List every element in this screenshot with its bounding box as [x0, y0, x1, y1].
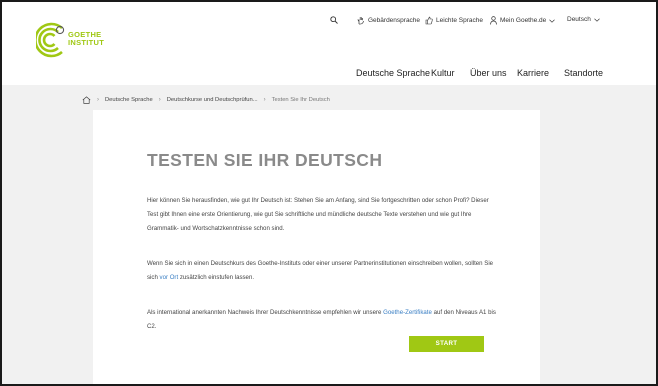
nav-kultur[interactable]: Kultur — [431, 68, 455, 78]
nav-karriere[interactable]: Karriere — [517, 68, 549, 78]
breadcrumb-item-deutschkurse[interactable]: Deutschkurse und Deutschprüfun... — [167, 97, 258, 103]
chevron-down-icon — [549, 19, 555, 23]
sign-language-link[interactable]: Gebärdensprache — [357, 16, 420, 25]
vor-ort-link[interactable]: vor Ort — [160, 274, 179, 281]
logo-arcs-icon — [36, 22, 66, 58]
home-icon[interactable] — [82, 96, 91, 104]
certificates-paragraph: Als international anerkannten Nachweis I… — [147, 306, 499, 334]
placement-text-end: zusätzlich einstufen lassen. — [178, 274, 254, 281]
logo-line2: INSTITUT — [68, 39, 104, 47]
sign-language-label: Gebärdensprache — [368, 17, 420, 24]
breadcrumb-item-current: Testen Sie Ihr Deutsch — [272, 97, 330, 103]
site-header: GOETHE INSTITUT Gebärdensprache Leichte … — [2, 2, 656, 85]
content-card: TESTEN SIE IHR DEUTSCH Hier können Sie h… — [93, 110, 540, 386]
page-title: TESTEN SIE IHR DEUTSCH — [147, 150, 382, 171]
search-button[interactable] — [330, 16, 338, 24]
breadcrumb-separator: › — [97, 97, 99, 103]
nav-standorte[interactable]: Standorte — [564, 68, 603, 78]
certificates-text-start: Als international anerkannten Nachweis I… — [147, 309, 383, 316]
hand-icon — [357, 16, 365, 25]
thumbs-up-icon — [425, 16, 433, 25]
intro-paragraph: Hier können Sie herausfinden, wie gut Ih… — [147, 194, 499, 236]
logo-text: GOETHE INSTITUT — [68, 31, 104, 47]
breadcrumb: › Deutsche Sprache › Deutschkurse und De… — [82, 94, 330, 106]
nav-ueber-uns[interactable]: Über uns — [470, 68, 507, 78]
chevron-down-icon — [594, 18, 600, 22]
breadcrumb-item-deutsche-sprache[interactable]: Deutsche Sprache — [105, 97, 153, 103]
user-icon — [490, 16, 497, 25]
breadcrumb-separator: › — [264, 97, 266, 103]
start-button[interactable]: START — [409, 336, 484, 352]
my-goethe-link[interactable]: Mein Goethe.de — [490, 16, 555, 25]
goethe-zertifikate-link[interactable]: Goethe-Zertifikate — [383, 309, 432, 316]
browser-frame: GOETHE INSTITUT Gebärdensprache Leichte … — [0, 0, 658, 386]
placement-paragraph: Wenn Sie sich in einen Deutschkurs des G… — [147, 257, 499, 285]
easy-language-link[interactable]: Leichte Sprache — [425, 16, 483, 25]
language-label: Deutsch — [567, 16, 591, 23]
easy-language-label: Leichte Sprache — [436, 17, 483, 24]
breadcrumb-separator: › — [159, 97, 161, 103]
nav-deutsche-sprache[interactable]: Deutsche Sprache — [356, 68, 430, 78]
goethe-logo[interactable]: GOETHE INSTITUT — [36, 22, 116, 58]
language-selector[interactable]: Deutsch — [567, 16, 600, 23]
my-goethe-label: Mein Goethe.de — [500, 17, 546, 24]
search-icon — [330, 16, 338, 24]
